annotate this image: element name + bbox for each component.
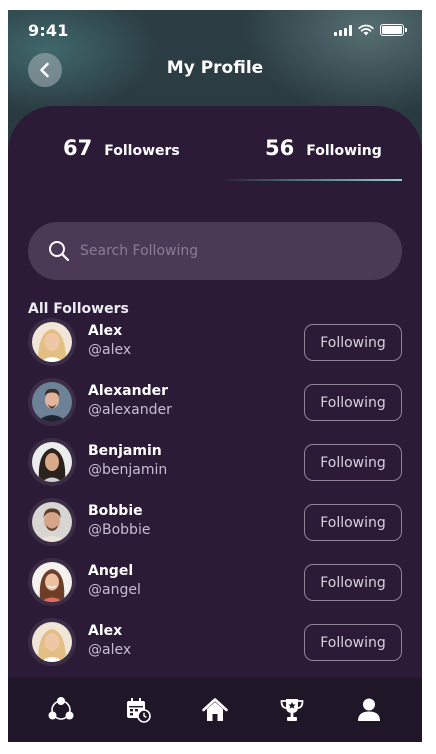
- avatar[interactable]: [28, 318, 76, 366]
- battery-icon: [380, 24, 407, 36]
- following-button[interactable]: Following: [304, 324, 402, 361]
- phone-screen: 9:41 My Profile 67 Followers 56 Followin…: [8, 10, 422, 742]
- status-time: 9:41: [28, 21, 69, 40]
- followers-count: 67: [63, 136, 93, 160]
- bottom-nav: [8, 678, 422, 742]
- list-item: Bobbie @Bobbie Following: [28, 498, 402, 558]
- following-button[interactable]: Following: [304, 444, 402, 481]
- page-title: My Profile: [166, 58, 264, 78]
- nav-calendar[interactable]: [118, 690, 158, 730]
- avatar[interactable]: [28, 558, 76, 606]
- following-button[interactable]: Following: [304, 624, 402, 661]
- wifi-icon: [358, 24, 374, 36]
- section-title: All Followers: [28, 301, 129, 317]
- status-bar: 9:41: [8, 10, 422, 54]
- avatar-image: [32, 622, 72, 662]
- avatar[interactable]: [28, 438, 76, 486]
- search-bar[interactable]: [28, 222, 402, 280]
- avatar[interactable]: [28, 378, 76, 426]
- calendar-icon: [126, 698, 151, 723]
- signal-icon: [334, 24, 352, 36]
- avatar-image: [32, 442, 72, 482]
- user-name: Alex: [88, 623, 123, 639]
- avatar[interactable]: [28, 498, 76, 546]
- user-name: Bobbie: [88, 503, 143, 519]
- active-tab-indicator: [226, 179, 402, 181]
- following-button[interactable]: Following: [304, 504, 402, 541]
- user-name: Angel: [88, 563, 134, 579]
- nav-home[interactable]: [195, 690, 235, 730]
- user-handle: @benjamin: [88, 462, 168, 478]
- avatar-image: [32, 322, 72, 362]
- nav-trophy[interactable]: [272, 690, 312, 730]
- nav-profile[interactable]: [349, 690, 389, 730]
- tab-followers[interactable]: 67 Followers: [63, 136, 180, 176]
- nav-community[interactable]: [41, 690, 81, 730]
- user-handle: @alex: [88, 642, 132, 658]
- list-item: Benjamin @benjamin Following: [28, 438, 402, 498]
- search-input[interactable]: [80, 243, 360, 259]
- home-icon: [202, 698, 228, 721]
- avatar-image: [32, 382, 72, 422]
- search-icon: [49, 241, 70, 262]
- list-item: Alex @alex Following: [28, 618, 402, 678]
- following-button[interactable]: Following: [304, 384, 402, 421]
- list-item: Angel @angel Following: [28, 558, 402, 618]
- avatar[interactable]: [28, 618, 76, 666]
- followers-list: Alex @alex Following Alexander @alexande…: [28, 318, 402, 678]
- list-item: Alex @alex Following: [28, 318, 402, 378]
- user-handle: @alex: [88, 342, 132, 358]
- list-item: Alexander @alexander Following: [28, 378, 402, 438]
- user-handle: @alexander: [88, 402, 172, 418]
- user-name: Benjamin: [88, 443, 162, 459]
- user-name: Alexander: [88, 383, 168, 399]
- tab-following[interactable]: 56 Following: [265, 136, 382, 176]
- user-handle: @angel: [88, 582, 141, 598]
- user-name: Alex: [88, 323, 123, 339]
- following-count: 56: [265, 136, 295, 160]
- followers-label: Followers: [104, 143, 180, 159]
- following-label: Following: [306, 143, 382, 159]
- trophy-icon: [280, 699, 304, 721]
- user-handle: @Bobbie: [88, 522, 151, 538]
- status-icons: [334, 24, 407, 36]
- avatar-image: [32, 502, 72, 542]
- following-button[interactable]: Following: [304, 564, 402, 601]
- community-icon: [48, 697, 74, 720]
- profile-panel: 67 Followers 56 Following All Followers: [8, 106, 422, 706]
- profile-icon: [358, 698, 381, 721]
- avatar-image: [32, 562, 72, 602]
